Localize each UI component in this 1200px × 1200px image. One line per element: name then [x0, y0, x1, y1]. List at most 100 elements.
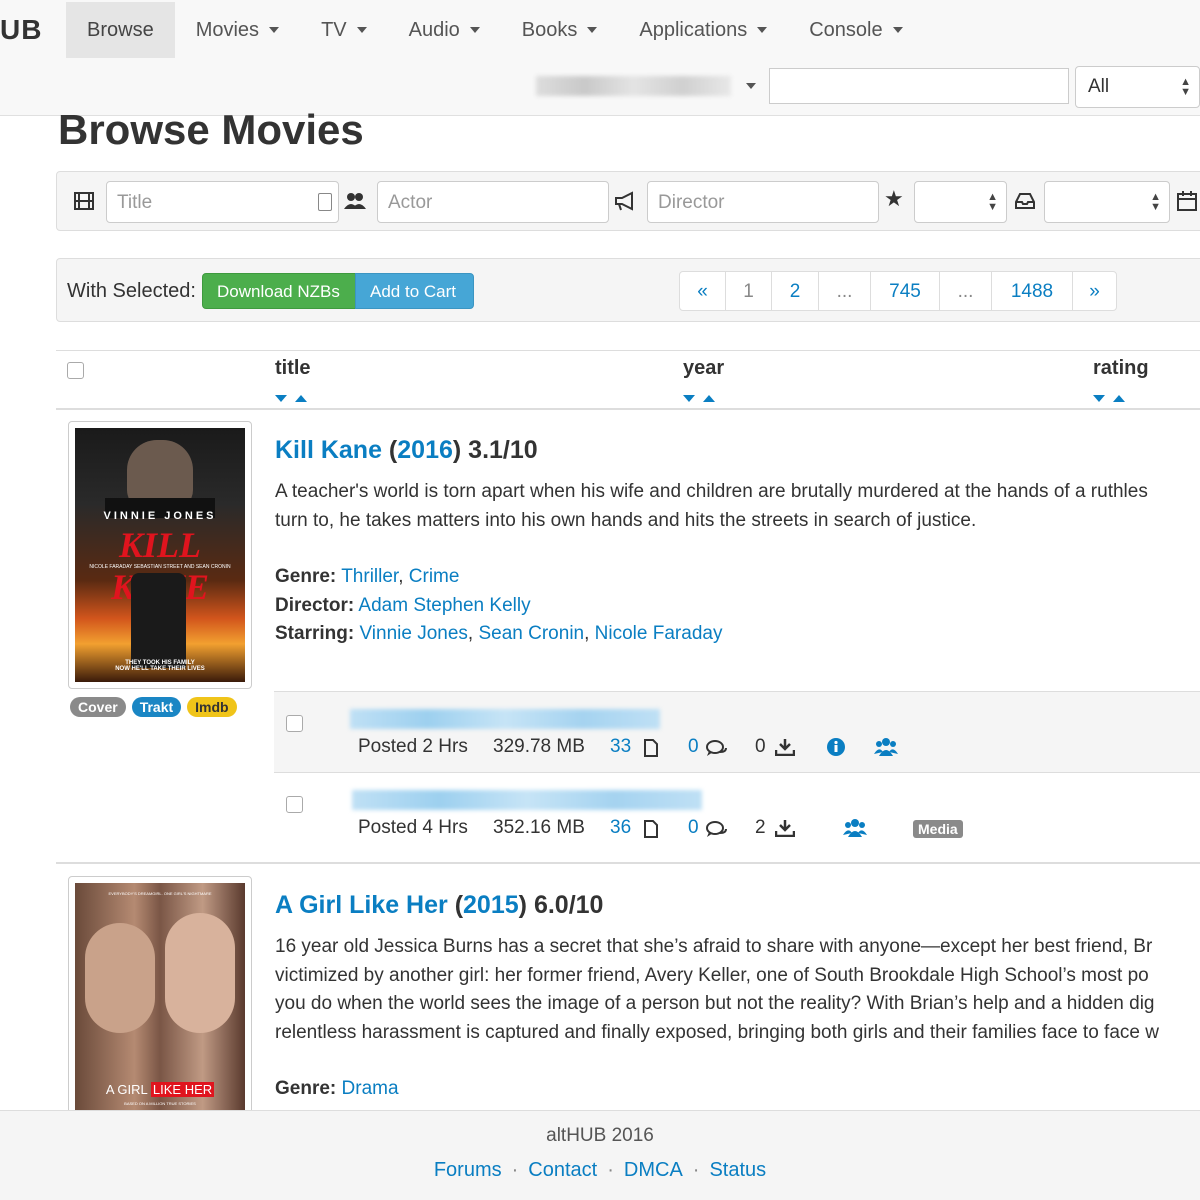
- imdb-badge[interactable]: Imdb: [187, 697, 237, 717]
- page-next[interactable]: »: [1072, 272, 1116, 310]
- release-comments-count[interactable]: 0: [688, 817, 699, 839]
- release-checkbox[interactable]: [286, 796, 303, 813]
- download-icon[interactable]: [775, 738, 795, 756]
- pagination: « 1 2 ... 745 ... 1488 »: [679, 271, 1117, 311]
- footer-copyright: altHUB 2016: [546, 1125, 654, 1146]
- info-icon[interactable]: [826, 737, 846, 757]
- footer-link-status[interactable]: Status: [709, 1159, 766, 1181]
- release-name-blurred[interactable]: [352, 790, 702, 810]
- page-prev[interactable]: «: [680, 272, 725, 310]
- add-to-cart-button[interactable]: Add to Cart: [355, 273, 474, 309]
- chevron-down-icon[interactable]: [746, 83, 756, 89]
- footer-link-contact[interactable]: Contact: [528, 1159, 597, 1181]
- search-input[interactable]: [769, 68, 1069, 104]
- users-icon[interactable]: [874, 737, 898, 757]
- sort-asc-icon[interactable]: [295, 395, 307, 402]
- actor-link[interactable]: Sean Cronin: [478, 623, 584, 644]
- release-row: Posted 2 Hrs 329.78 MB 33 0 0: [274, 691, 1200, 772]
- sort-asc-icon[interactable]: [703, 395, 715, 402]
- file-icon[interactable]: [644, 739, 658, 757]
- column-rating[interactable]: rating: [1093, 357, 1149, 380]
- genre-filter-select[interactable]: ▲ ▼: [1044, 181, 1170, 223]
- poster-tagline: THEY TOOK HIS FAMILY NOW HE'LL TAKE THEI…: [75, 660, 245, 672]
- sort-desc-icon[interactable]: [683, 395, 695, 402]
- search-category-select[interactable]: All ▲ ▼: [1075, 66, 1200, 108]
- release-name-blurred[interactable]: [350, 709, 660, 729]
- rating-filter-select[interactable]: ▲ ▼: [914, 181, 1007, 223]
- sort-desc-icon[interactable]: [275, 395, 287, 402]
- nav-tv[interactable]: TV: [300, 2, 388, 58]
- release-files-count[interactable]: 33: [610, 736, 631, 758]
- nav-label: TV: [321, 18, 347, 41]
- page-ellipsis: ...: [818, 272, 870, 310]
- column-year[interactable]: year: [683, 357, 724, 380]
- download-nzbs-button[interactable]: Download NZBs: [202, 273, 356, 309]
- title-filter-input[interactable]: Title: [106, 181, 339, 223]
- nav-label: Movies: [195, 18, 260, 41]
- movie-title-link[interactable]: A Girl Like Her: [275, 891, 448, 919]
- actor-link[interactable]: Vinnie Jones: [359, 623, 467, 644]
- release-files-count[interactable]: 36: [610, 817, 631, 839]
- director-link[interactable]: Adam Stephen Kelly: [358, 595, 530, 616]
- footer-links: Forums · Contact · DMCA · Status: [0, 1159, 1200, 1182]
- movie-meta: Genre: Thriller, Crime Director: Adam St…: [275, 563, 722, 649]
- poster-figure: [131, 573, 186, 668]
- brand-logo[interactable]: UB: [0, 14, 42, 46]
- action-bar: With Selected: Download NZBs Add to Cart…: [56, 258, 1200, 322]
- select-all-checkbox[interactable]: [67, 362, 84, 379]
- actor-filter-input[interactable]: Actor: [377, 181, 609, 223]
- release-size: 329.78 MB: [493, 736, 585, 757]
- nav-browse[interactable]: Browse: [66, 2, 175, 58]
- plot-line: A teacher's world is torn apart when his…: [275, 481, 1148, 502]
- nav-console[interactable]: Console: [788, 2, 923, 58]
- director-filter-input[interactable]: Director: [647, 181, 879, 223]
- comments-icon[interactable]: [706, 820, 728, 838]
- genre-link[interactable]: Crime: [409, 566, 460, 587]
- nav-movies[interactable]: Movies: [175, 2, 300, 58]
- release-comments-count[interactable]: 0: [688, 736, 699, 758]
- sort-asc-icon[interactable]: [1113, 395, 1125, 402]
- nav-applications[interactable]: Applications: [618, 2, 788, 58]
- movie-year-link[interactable]: 2016: [397, 436, 453, 464]
- download-icon[interactable]: [775, 819, 795, 837]
- footer-link-dmca[interactable]: DMCA: [624, 1159, 683, 1181]
- sort-desc-icon[interactable]: [1093, 395, 1105, 402]
- user-menu-blurred[interactable]: [536, 76, 731, 96]
- release-checkbox[interactable]: [286, 715, 303, 732]
- title-sort-controls[interactable]: [275, 389, 307, 407]
- page-2[interactable]: 2: [771, 272, 818, 310]
- search-category-value: All: [1088, 76, 1110, 97]
- movie-meta: Genre: Drama: [275, 1075, 399, 1104]
- megaphone-icon: [615, 191, 633, 211]
- footer-link-forums[interactable]: Forums: [434, 1159, 502, 1181]
- media-badge[interactable]: Media: [913, 820, 963, 838]
- with-selected-label: With Selected:: [67, 280, 196, 302]
- comments-icon[interactable]: [706, 739, 728, 757]
- movie-poster: EVERYBODY'S DREAMGIRL. ONE GIRL'S NIGHTM…: [75, 883, 245, 1119]
- movie-year-link[interactable]: 2015: [463, 891, 519, 919]
- poster-title-a: A GIRL: [105, 1082, 148, 1097]
- trakt-badge[interactable]: Trakt: [131, 697, 182, 717]
- movie-plot: A teacher's world is torn apart when his…: [275, 478, 1200, 535]
- nav-books[interactable]: Books: [501, 2, 619, 58]
- column-title[interactable]: title: [275, 357, 311, 380]
- movie-rating: 6.0/10: [533, 891, 604, 919]
- cover-badge[interactable]: Cover: [70, 697, 126, 717]
- file-icon[interactable]: [644, 820, 658, 838]
- page-1[interactable]: 1: [725, 272, 771, 310]
- nav-audio[interactable]: Audio: [388, 2, 501, 58]
- movie-poster-frame[interactable]: VINNIE JONES KILL KANE NICOLE FARADAY SE…: [68, 421, 252, 689]
- release-size: 352.16 MB: [493, 817, 585, 838]
- actor-link[interactable]: Nicole Faraday: [595, 623, 723, 644]
- genre-link[interactable]: Thriller: [341, 566, 398, 587]
- genre-link[interactable]: Drama: [342, 1078, 399, 1099]
- users-icon[interactable]: [843, 818, 867, 838]
- movie-poster-frame[interactable]: EVERYBODY'S DREAMGIRL. ONE GIRL'S NIGHTM…: [68, 876, 252, 1119]
- page-1488[interactable]: 1488: [991, 272, 1072, 310]
- year-sort-controls[interactable]: [683, 389, 715, 407]
- director-row: Director: Adam Stephen Kelly: [275, 592, 722, 621]
- page-745[interactable]: 745: [870, 272, 939, 310]
- movie-title-link[interactable]: Kill Kane: [275, 436, 382, 464]
- poster-face-right: [165, 913, 235, 1033]
- rating-sort-controls[interactable]: [1093, 389, 1125, 407]
